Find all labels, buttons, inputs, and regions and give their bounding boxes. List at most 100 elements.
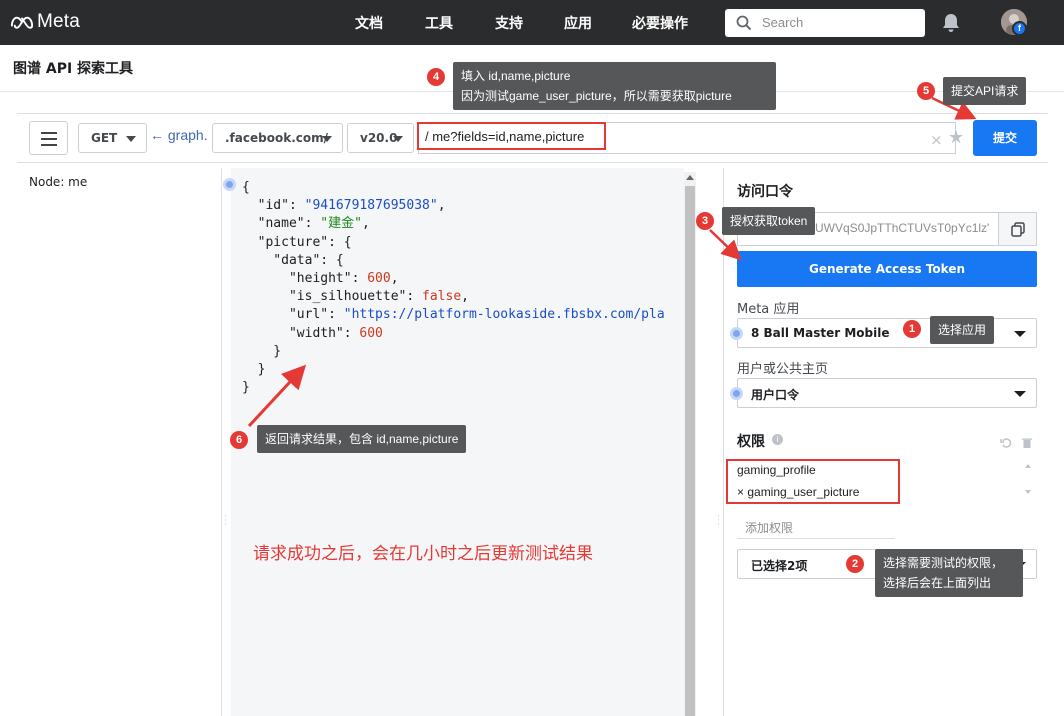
tooltip-step-5: 提交API请求 xyxy=(943,77,1027,105)
json-token: "name" xyxy=(242,216,305,232)
meta-logo[interactable]: Meta xyxy=(9,11,80,33)
graph-host-prefix: ← graph. xyxy=(150,127,208,143)
json-token: : xyxy=(351,271,368,287)
nav-tools[interactable]: 工具 xyxy=(425,13,453,33)
json-line: "id": "941679187695038", xyxy=(242,197,665,215)
json-token: "picture" xyxy=(242,234,329,250)
reset-icon[interactable] xyxy=(1000,437,1012,449)
json-line: "picture": { xyxy=(242,234,665,252)
highlight-query-path xyxy=(417,122,606,150)
json-token: , xyxy=(390,271,399,287)
response-scrollbar[interactable] xyxy=(684,172,696,716)
info-icon[interactable]: i xyxy=(772,434,783,445)
json-token: { xyxy=(242,180,250,195)
search-placeholder: Search xyxy=(762,15,804,30)
user-or-page-select[interactable]: 用户口令 xyxy=(737,378,1037,408)
nav-docs[interactable]: 文档 xyxy=(355,13,383,33)
step-badge-2: 2 xyxy=(846,555,864,573)
submit-button[interactable]: 提交 xyxy=(973,120,1037,156)
search-input[interactable]: Search xyxy=(725,9,925,37)
version-select[interactable]: v20.0 xyxy=(347,123,414,153)
tooltip-step-4-line1: 填入 id,name,picture xyxy=(461,69,571,83)
json-token: "建金" xyxy=(320,216,362,232)
json-token: "id" xyxy=(242,198,289,214)
step-badge-1: 1 xyxy=(903,320,921,338)
menu-icon xyxy=(41,132,57,134)
highlight-permissions xyxy=(726,459,900,504)
facebook-badge-icon: f xyxy=(1012,21,1027,36)
json-token: : xyxy=(328,307,344,323)
json-line: "url": "https://platform-lookaside.fbsbx… xyxy=(242,306,665,324)
left-panel-divider[interactable] xyxy=(221,168,222,716)
add-permission-input[interactable]: 添加权限 xyxy=(745,519,793,536)
add-permission-underline xyxy=(737,538,895,539)
json-token: 600 xyxy=(359,325,383,341)
meta-app-value: 8 Ball Master Mobile xyxy=(751,326,890,340)
host-select[interactable]: .facebook.com/ xyxy=(212,123,343,153)
scrollbar-thumb[interactable] xyxy=(685,186,695,716)
json-line: "is_silhouette": false, xyxy=(242,288,665,306)
chevron-down-icon xyxy=(393,136,403,142)
chevron-down-icon xyxy=(1014,391,1026,397)
json-token: : xyxy=(343,325,360,341)
access-token-heading: 访问口令 xyxy=(737,184,793,200)
page-title: 图谱 API 探索工具 xyxy=(13,61,134,77)
copy-icon xyxy=(1011,222,1025,237)
copy-token-button[interactable] xyxy=(998,212,1037,246)
step-badge-5: 5 xyxy=(917,82,935,100)
scroll-up-icon[interactable] xyxy=(686,175,694,180)
nav-apps[interactable]: 应用 xyxy=(564,13,592,33)
user-or-page-value: 用户口令 xyxy=(751,388,800,402)
meta-app-label: Meta 应用 xyxy=(737,302,800,317)
generate-token-button[interactable]: Generate Access Token xyxy=(737,251,1037,287)
favorite-star-icon[interactable]: ★ xyxy=(948,127,964,148)
nav-required-actions[interactable]: 必要操作 xyxy=(632,13,688,33)
json-line: "width": 600 xyxy=(242,325,665,343)
json-token: "url" xyxy=(242,307,329,323)
json-token: : xyxy=(288,198,305,214)
nav-support[interactable]: 支持 xyxy=(495,13,523,33)
json-token: false xyxy=(422,289,462,305)
tooltip-step-3: 授权获取token xyxy=(722,207,816,235)
tooltip-step-6: 返回请求结果，包含 id,name,picture xyxy=(257,425,467,453)
menu-icon-bar xyxy=(41,144,57,146)
json-line: } xyxy=(242,343,665,361)
top-nav: Meta 文档 工具 支持 应用 必要操作 Search f xyxy=(0,0,1064,45)
json-token: "height" xyxy=(242,271,352,287)
permissions-heading: 权限 xyxy=(737,434,765,450)
json-token: 600 xyxy=(367,271,391,287)
tooltip-step-4-line2: 因为测试game_user_picture，所以需要获取picture xyxy=(461,89,732,103)
tooltip-step-2-line1: 选择需要测试的权限， xyxy=(883,556,1004,570)
chevron-down-icon xyxy=(126,136,136,142)
meta-infinity-icon xyxy=(10,16,34,29)
json-token: } xyxy=(242,380,250,396)
annotation-note: 请求成功之后，会在几小时之后更新测试结果 xyxy=(253,544,593,564)
tooltip-step-2: 选择需要测试的权限， 选择后会在上面列出 xyxy=(875,549,1023,597)
permission-list-scrollbar[interactable] xyxy=(1021,460,1035,500)
json-line: "data": { xyxy=(242,252,665,270)
json-token: "https://platform-lookaside.fbsbx.com/pl… xyxy=(343,307,665,323)
json-token: "width" xyxy=(242,325,344,341)
version-value: v20.0 xyxy=(360,131,398,145)
json-line: } xyxy=(242,361,665,379)
resize-grip-icon[interactable]: · · · xyxy=(224,513,227,530)
http-method-select[interactable]: GET xyxy=(78,123,147,153)
json-line: } xyxy=(242,379,665,397)
response-marker-icon xyxy=(223,178,236,191)
notification-bell-icon[interactable] xyxy=(940,12,962,34)
menu-button[interactable] xyxy=(29,121,68,155)
trash-icon[interactable] xyxy=(1021,437,1033,449)
step-badge-4: 4 xyxy=(427,68,445,86)
response-json: { "id": "941679187695038", "name": "建金",… xyxy=(242,179,665,397)
json-token: : { xyxy=(328,234,352,250)
http-method-value: GET xyxy=(91,131,118,145)
right-panel-divider[interactable] xyxy=(723,168,724,716)
resize-grip-icon[interactable]: · · · xyxy=(717,513,720,530)
host-value: .facebook.com/ xyxy=(225,131,328,145)
json-token: "is_silhouette" xyxy=(242,289,407,305)
clear-icon[interactable]: × xyxy=(930,131,943,149)
tooltip-step-1: 选择应用 xyxy=(930,316,995,344)
json-token: } xyxy=(242,343,282,359)
json-token: , xyxy=(437,198,446,214)
json-line: { xyxy=(242,179,665,197)
